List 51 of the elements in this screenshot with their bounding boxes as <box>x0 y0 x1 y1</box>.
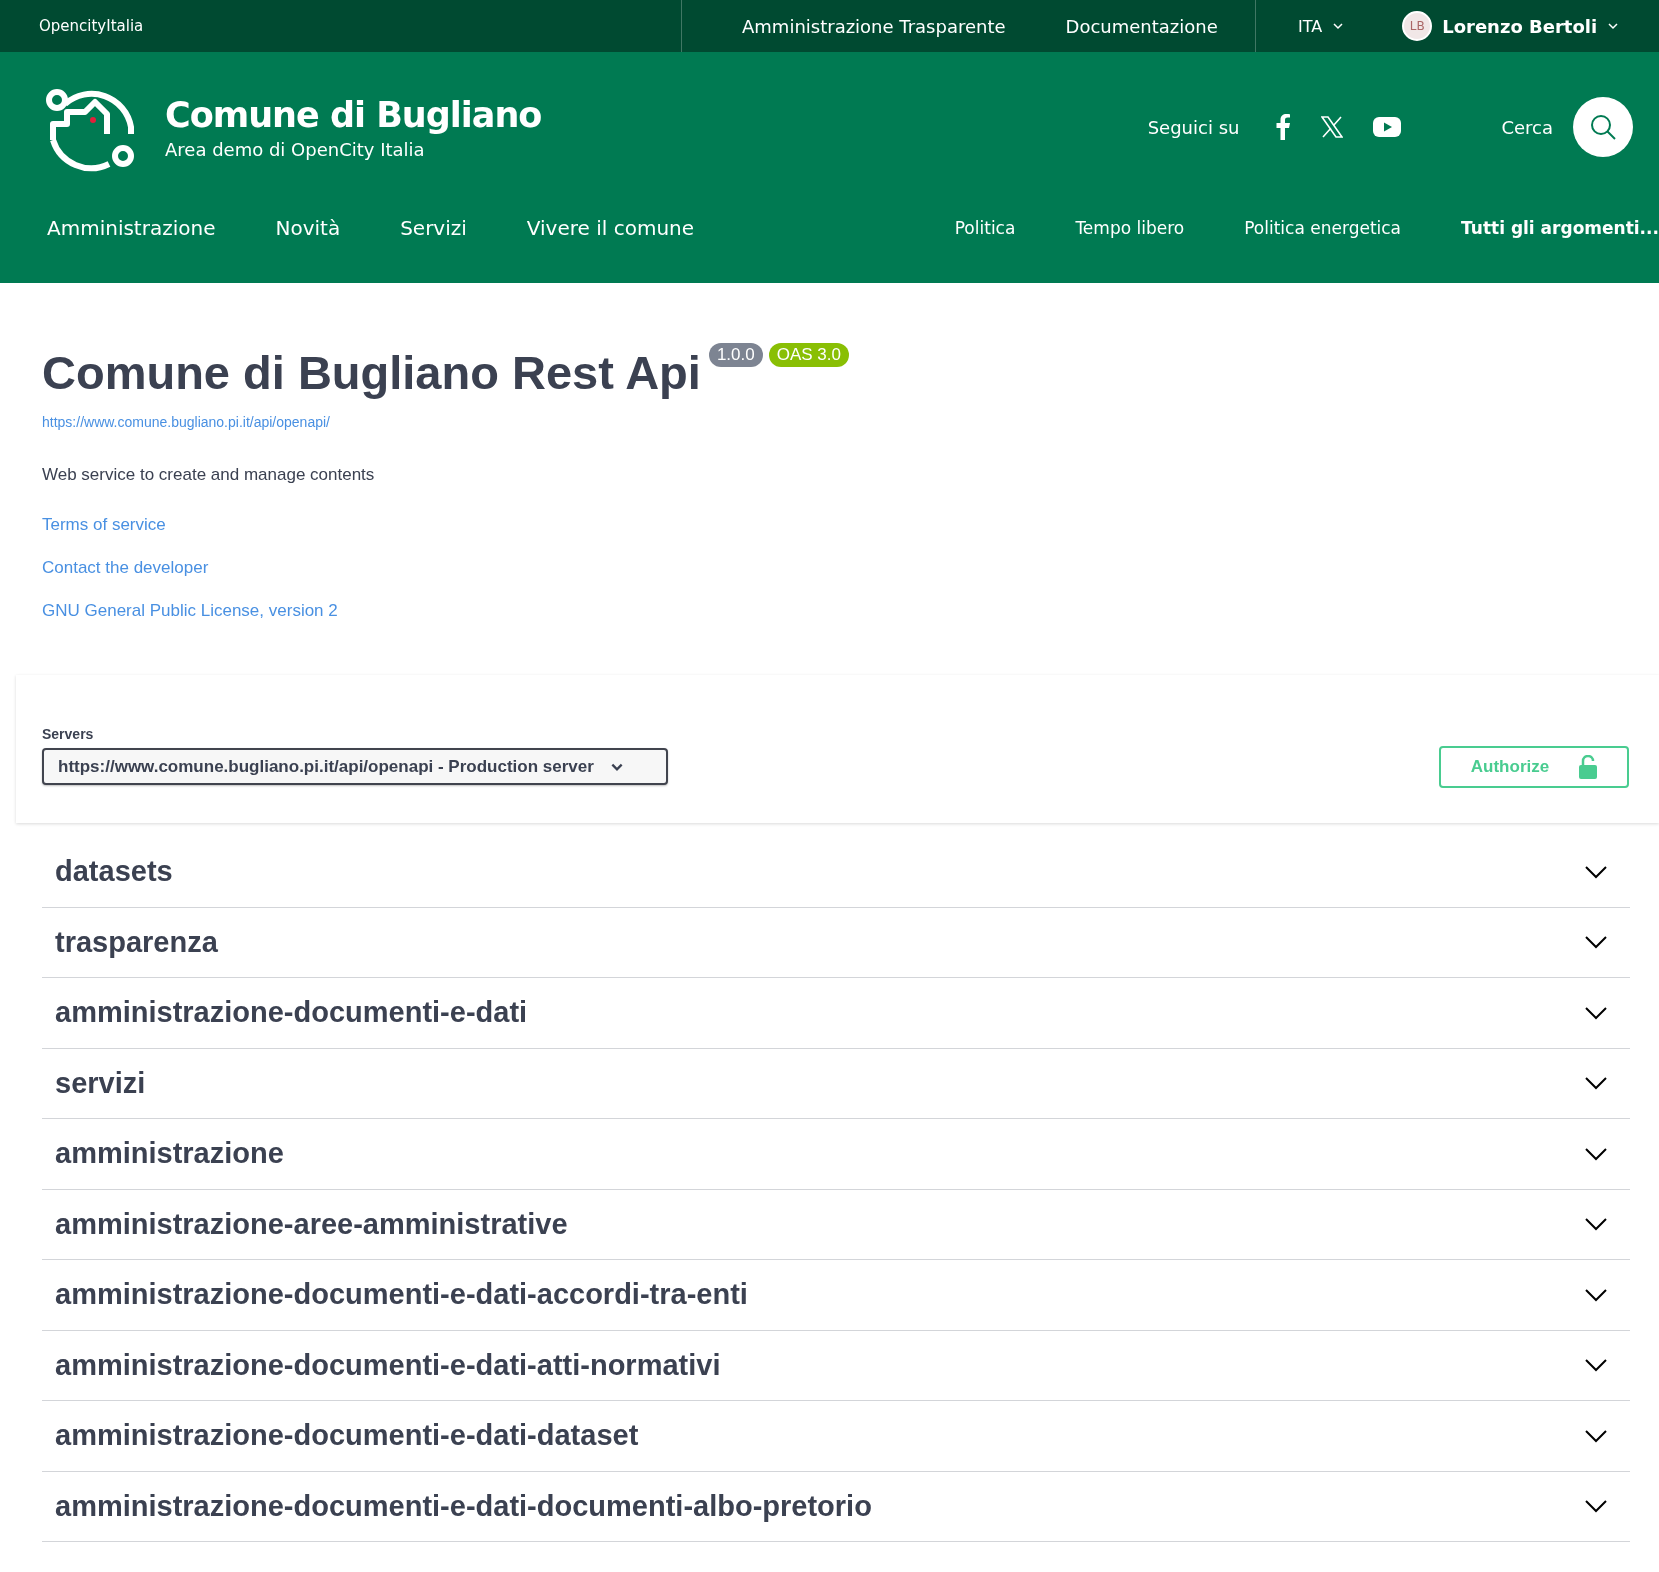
nav-link[interactable]: Amministrazione <box>47 202 216 240</box>
topic-link[interactable]: Tempo libero <box>1075 218 1185 238</box>
tag-section-header[interactable]: amministrazione-aree-amministrative <box>42 1189 1630 1260</box>
tag-name: amministrazione-aree-amministrative <box>55 1207 568 1241</box>
tag-section-header[interactable]: trasparenza <box>42 907 1630 978</box>
site-subtitle: Area demo di OpenCity Italia <box>165 138 426 160</box>
tag-section-header[interactable]: amministrazione <box>42 1119 1630 1190</box>
tag-name: amministrazione-documenti-e-dati-documenti-albo-pretorio <box>55 1489 872 1523</box>
avatar: LB <box>1402 11 1433 41</box>
tag-section-header[interactable]: amministrazione-documenti-e-dati <box>42 978 1630 1049</box>
tag-section-header[interactable]: amministrazione-documenti-e-dati-documenti-albo-pretorio <box>42 1471 1630 1542</box>
tag-name: amministrazione <box>55 1137 284 1171</box>
tag-name: datasets <box>55 855 173 889</box>
tag-section-header[interactable]: amministrazione-documenti-e-dati-dataset <box>42 1401 1630 1472</box>
tag-name: trasparenza <box>55 925 218 959</box>
social-label: Seguici su <box>1147 116 1240 138</box>
oas-badge: OAS 3.0 <box>768 343 849 367</box>
top-link[interactable]: Documentazione <box>1065 15 1218 37</box>
tag-section-header[interactable]: amministrazione-documenti-e-dati-accordi-tra-enti <box>42 1260 1630 1331</box>
topic-link[interactable]: Tutti gli argomenti... <box>1461 218 1659 238</box>
api-title: Comune di Bugliano Rest Api <box>42 345 701 400</box>
server-select[interactable]: https://www.comune.bugliano.pi.it/api/openapi - Production server <box>42 748 668 785</box>
caret-icon <box>1607 20 1620 32</box>
servers-label: Servers <box>42 726 95 742</box>
api-description: Web service to create and manage contents <box>42 465 376 485</box>
x-logo-icon[interactable] <box>1321 116 1344 138</box>
search-button[interactable] <box>1573 97 1633 157</box>
facebook-icon[interactable] <box>1275 114 1292 140</box>
user-menu-button[interactable]: LB Lorenzo Bertoli <box>1402 0 1620 52</box>
tag-section-header[interactable]: datasets <box>42 837 1630 908</box>
nav-link[interactable]: Vivere il comune <box>526 202 695 240</box>
tag-name: amministrazione-documenti-e-dati <box>55 996 528 1030</box>
nav-link[interactable]: Novità <box>275 202 341 240</box>
topic-link[interactable]: Politica <box>954 218 1016 238</box>
version-badge: 1.0.0 <box>708 343 763 367</box>
site-title: Comune di Bugliano <box>165 94 542 135</box>
tag-name: amministrazione-documenti-e-dati-dataset <box>55 1419 639 1453</box>
tag-name: servizi <box>55 1066 146 1100</box>
padlock-icon <box>1579 755 1598 779</box>
tag-name: amministrazione-documenti-e-dati-accordi-tra-enti <box>55 1278 748 1312</box>
search-label: Cerca <box>1501 116 1553 138</box>
tag-name: amministrazione-documenti-e-dati-atti-normativi <box>55 1348 721 1382</box>
nav-link[interactable]: Servizi <box>400 202 467 240</box>
top-link[interactable]: Amministrazione Trasparente <box>742 15 1006 37</box>
caret-icon <box>1332 20 1345 32</box>
topic-link[interactable]: Politica energetica <box>1244 218 1402 238</box>
tag-section-header[interactable]: servizi <box>42 1048 1630 1119</box>
tag-section-header[interactable]: amministrazione-documenti-e-dati-atti-normativi <box>42 1330 1630 1401</box>
youtube-icon[interactable] <box>1373 117 1402 137</box>
language-button[interactable]: ITA <box>1298 0 1345 52</box>
search-icon <box>1589 113 1617 141</box>
